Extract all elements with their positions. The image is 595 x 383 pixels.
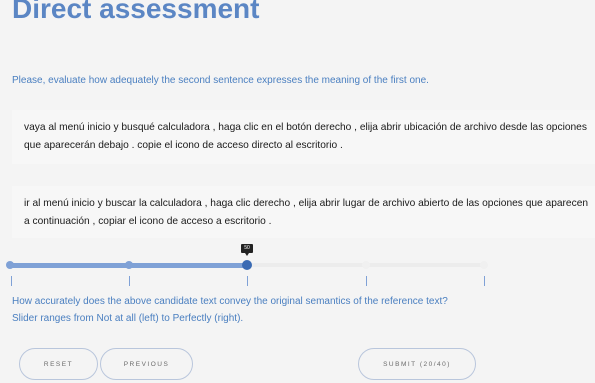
instruction-text: Please, evaluate how adequately the seco… — [12, 75, 429, 86]
slider-tick — [129, 276, 130, 286]
question-line: How accurately does the above candidate … — [12, 296, 448, 307]
slider-handle[interactable] — [242, 260, 252, 270]
submit-button[interactable]: SUBMIT (20/40) — [358, 348, 476, 380]
reset-button[interactable]: RESET — [19, 348, 98, 380]
slider-value-tooltip: 50 — [241, 244, 253, 256]
candidate-sentence: ir al menú inicio y buscar la calculador… — [12, 186, 595, 238]
slider-tick — [484, 276, 485, 286]
question-text: How accurately does the above candidate … — [12, 293, 448, 327]
slider-step-marker — [362, 261, 370, 269]
slider-tick — [11, 276, 12, 286]
reference-sentence: vaya al menú inicio y busqué calculadora… — [12, 110, 595, 164]
slider-step-marker — [6, 261, 14, 269]
adequacy-slider[interactable]: 50 — [0, 244, 595, 295]
slider-tick — [247, 276, 248, 286]
slider-step-marker — [480, 261, 488, 269]
slider-range-hint: Slider ranges from Not at all (left) to … — [12, 313, 244, 324]
previous-button[interactable]: PREVIOUS — [100, 348, 193, 380]
slider-tick — [366, 276, 367, 286]
slider-step-marker — [125, 261, 133, 269]
page-title: Direct assessment — [12, 0, 260, 24]
